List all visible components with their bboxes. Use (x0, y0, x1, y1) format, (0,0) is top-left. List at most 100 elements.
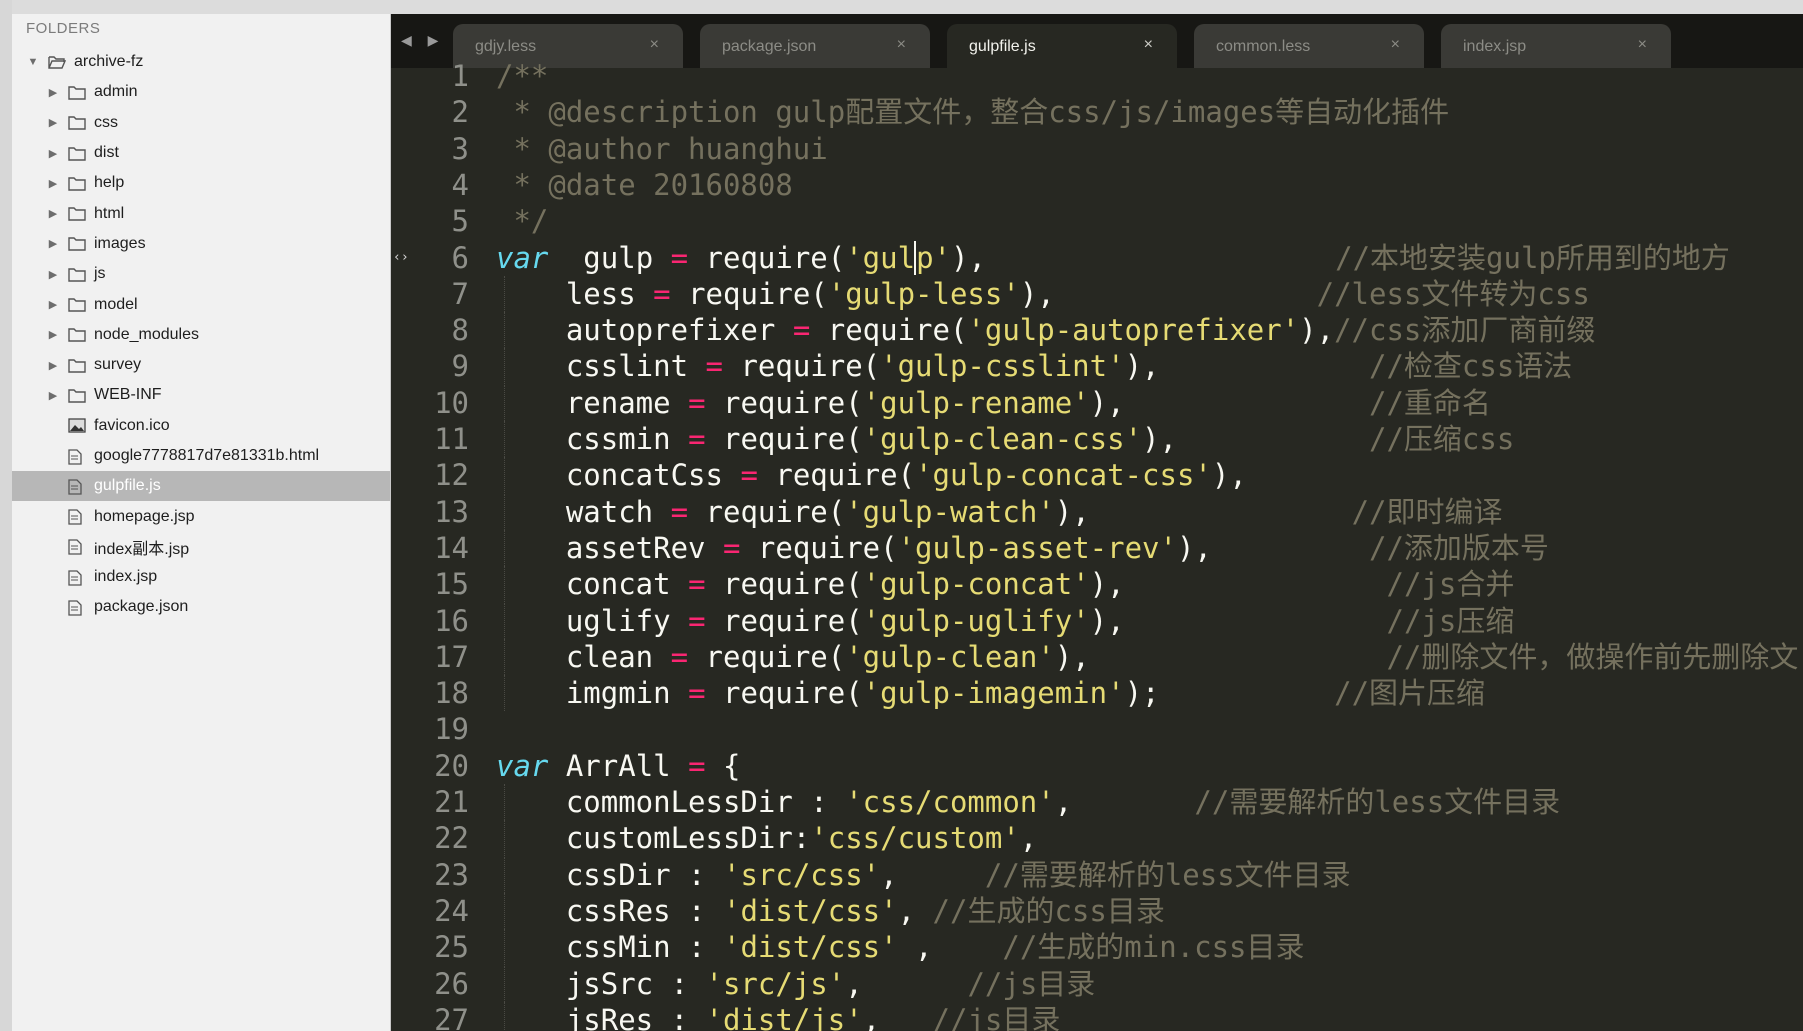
code-line[interactable]: 25 cssMin : 'dist/css' , //生成的min.css目录 (391, 929, 1803, 966)
code-line[interactable]: 24 cssRes : 'dist/css', //生成的css目录 (391, 892, 1803, 929)
tab-nav-arrows[interactable]: ◀ ▶ (401, 32, 444, 49)
code-line[interactable]: 16 uglify = require('gulp-uglify'), //js… (391, 602, 1803, 639)
tree-folder[interactable]: ▶ images (12, 229, 390, 259)
string-token: 'dist/js' (705, 1002, 863, 1031)
string-token: 'gulp-clean' (845, 639, 1055, 674)
code-line[interactable]: 8 autoprefixer = require('gulp-autoprefi… (391, 312, 1803, 349)
tree-item-label: index.jsp (94, 568, 158, 586)
code-text: jsSrc : 'src/js', //js目录 (496, 966, 1095, 1002)
comment-token: //less文件转为css (1316, 276, 1590, 311)
code-line[interactable]: 7 less = require('gulp-less'), //less文件转… (391, 275, 1803, 312)
tree-file[interactable]: homepage.jsp (12, 501, 390, 531)
disclosure-closed-icon[interactable]: ▶ (46, 268, 60, 281)
code-line[interactable]: 21 commonLessDir : 'css/common', //需要解析的… (391, 784, 1803, 820)
code-line[interactable]: 5 */ (391, 203, 1803, 239)
comment-token: //检查css语法 (1369, 349, 1573, 384)
code-line[interactable]: 14 assetRev = require('gulp-asset-rev'),… (391, 529, 1803, 566)
close-icon[interactable]: × (650, 36, 659, 54)
folder-icon (68, 146, 86, 161)
code-editor[interactable]: ◀ ▶ gdjy.less × package.json × gulpfile.js × c… (391, 14, 1803, 1031)
code-line[interactable]: 10 rename = require('gulp-rename'), //重命… (391, 384, 1803, 421)
tree-folder[interactable]: ▶ admin (12, 77, 390, 107)
operator-token: = (653, 276, 671, 311)
operator-token: = (688, 385, 706, 420)
code-line[interactable]: 26 jsSrc : 'src/js', //js目录 (391, 965, 1803, 1002)
code-line[interactable]: 12 concatCss = require('gulp-concat-css'… (391, 457, 1803, 494)
code-token: commonLessDir : (496, 785, 846, 819)
sidebar-header: FOLDERS (26, 20, 101, 37)
tree-file[interactable]: package.json (12, 592, 390, 622)
tree-folder[interactable]: ▶ survey (12, 350, 390, 380)
tree-folder[interactable]: ▶ help (12, 168, 390, 198)
close-icon[interactable]: × (897, 36, 906, 54)
disclosure-closed-icon[interactable]: ▶ (46, 359, 60, 372)
line-number: 24 (434, 893, 469, 928)
code-text: var ArrAll = { (496, 748, 740, 784)
tree-folder[interactable]: ▶ dist (12, 138, 390, 168)
code-line[interactable]: 23 cssDir : 'src/css', //需要解析的less文件目录 (391, 856, 1803, 893)
tree-folder[interactable]: ▶ js (12, 259, 390, 289)
code-token: , (897, 893, 916, 928)
code-line[interactable]: ‹› 6 var gulp = require('gulp'), //本地安装gul… (391, 240, 1803, 276)
code-line[interactable]: 2 * @description gulp配置文件，整合css/js/image… (391, 94, 1803, 130)
code-line[interactable]: 17 clean = require('gulp-clean'), //删除文件… (391, 638, 1803, 675)
tree-item-label: help (94, 174, 125, 192)
disclosure-closed-icon[interactable]: ▶ (46, 207, 60, 220)
code-line[interactable]: 20 var ArrAll = { (391, 748, 1803, 784)
disclosure-closed-icon[interactable]: ▶ (46, 116, 60, 129)
line-number: 19 (434, 712, 469, 747)
disclosure-closed-icon[interactable]: ▶ (46, 389, 60, 402)
code-line[interactable]: 27 jsRes : 'dist/js', //js目录 (391, 1001, 1803, 1031)
tree-file[interactable]: favicon.ico (12, 411, 390, 441)
code-line[interactable]: 1 /** (391, 58, 1803, 94)
tree-folder[interactable]: ▶ model (12, 289, 390, 319)
tree-file[interactable]: index副本.jsp (12, 532, 390, 562)
code-line[interactable]: 15 concat = require('gulp-concat'), //js… (391, 566, 1803, 603)
file-icon (68, 509, 86, 525)
tree-folder[interactable]: ▼ archive-fz (12, 47, 390, 77)
tree-folder[interactable]: ▶ html (12, 198, 390, 228)
line-number: 6 (451, 240, 469, 275)
tree-file[interactable]: google7778817d7e81331b.html (12, 441, 390, 471)
code-line[interactable]: 4 * @date 20160808 (391, 167, 1803, 203)
disclosure-closed-icon[interactable]: ▶ (46, 86, 60, 99)
disclosure-closed-icon[interactable]: ▶ (46, 298, 60, 311)
close-icon[interactable]: × (1144, 36, 1153, 54)
close-icon[interactable]: × (1638, 36, 1647, 54)
tree-folder[interactable]: ▶ WEB-INF (12, 380, 390, 410)
comment-token: //压缩css (1369, 422, 1515, 456)
code-text: */ (496, 203, 548, 239)
disclosure-open-icon[interactable]: ▼ (26, 56, 40, 68)
tree-folder[interactable]: ▶ css (12, 108, 390, 138)
disclosure-closed-icon[interactable]: ▶ (46, 237, 60, 250)
tree-item-label: node_modules (94, 325, 199, 343)
operator-token: = (670, 639, 689, 674)
code-text: assetRev = require('gulp-asset-rev'), //… (496, 530, 1549, 566)
code-area[interactable]: 1/** 2 * @description gulp配置文件，整合css/js/i… (391, 59, 1803, 1031)
string-token: 'gulp-asset-rev' (897, 530, 1177, 565)
folder-sidebar[interactable]: FOLDERS ▼ archive-fz ▶ admin ▶ css ▶ dist ▶ help ▶… (12, 14, 391, 1031)
code-token: ), (1299, 313, 1335, 348)
line-number: 14 (434, 530, 469, 565)
close-icon[interactable]: × (1391, 36, 1400, 54)
tree-file[interactable]: gulpfile.js (12, 471, 390, 502)
tree-file[interactable]: index.jsp (12, 562, 390, 592)
string-token: p' (916, 240, 951, 275)
code-line[interactable]: 13 watch = require('gulp-watch'), //即时编译 (391, 493, 1803, 530)
code-line[interactable]: 18 imgmin = require('gulp-imagemin'); //… (391, 675, 1803, 712)
code-token: , (845, 966, 863, 1001)
disclosure-closed-icon[interactable]: ▶ (46, 328, 60, 341)
code-token: , (897, 930, 933, 965)
code-line[interactable]: 22 customLessDir:'css/custom', (391, 820, 1803, 857)
code-line[interactable]: 3 * @author huanghui (391, 131, 1803, 167)
code-line[interactable]: 9 csslint = require('gulp-csslint'), //检… (391, 348, 1803, 385)
code-line[interactable]: 19 (391, 711, 1803, 747)
tree-item-label: images (94, 234, 146, 252)
disclosure-closed-icon[interactable]: ▶ (46, 147, 60, 160)
code-line[interactable]: 11 cssmin = require('gulp-clean-css'), /… (391, 421, 1803, 457)
tree-folder[interactable]: ▶ node_modules (12, 320, 390, 350)
code-token: clean (496, 639, 671, 674)
disclosure-closed-icon[interactable]: ▶ (46, 177, 60, 190)
